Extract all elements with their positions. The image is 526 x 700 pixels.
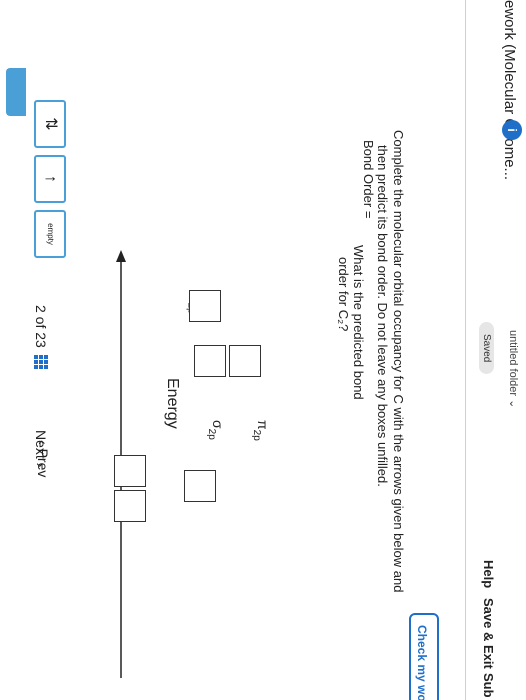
energy-label: Energy <box>164 378 181 429</box>
chevron-down-icon: ⌄ <box>507 399 519 409</box>
paired-arrows-tile[interactable]: ⇅ <box>34 100 66 148</box>
pi-2p-label: π2p <box>251 420 271 441</box>
check-my-work-button[interactable]: Check my wo <box>409 613 439 700</box>
sigma-2p-label: σ2p <box>206 420 226 440</box>
chevron-right-icon: › <box>33 458 49 468</box>
question-line-1: Complete the molecular orbital occupancy… <box>391 130 406 593</box>
question-text: Complete the molecular orbital occupancy… <box>374 130 406 600</box>
bond-order-question: What is the predicted bond order for C₂? <box>336 245 366 415</box>
empty-tile[interactable]: empty <box>34 210 66 258</box>
sigma-star-2p-box[interactable] <box>189 290 221 322</box>
pi-2p-box-1[interactable] <box>114 455 146 487</box>
tray-slot <box>6 68 26 116</box>
assignment-title: ework (Molecular Geome... <box>501 0 518 181</box>
bond-order-question-line-1: What is the predicted bond <box>351 245 366 400</box>
bond-order-question-line-2: order for C₂? <box>336 257 351 332</box>
pi-star-2p-box-2[interactable] <box>194 345 226 377</box>
bond-order-label: Bond Order = <box>361 140 376 219</box>
single-arrow-tile[interactable]: ↑ <box>34 155 66 203</box>
header-divider <box>465 0 466 700</box>
grid-icon[interactable] <box>34 355 48 369</box>
next-button[interactable]: Next › <box>33 430 49 467</box>
sigma-2p-box[interactable] <box>184 470 216 502</box>
help-button[interactable]: Help <box>481 560 496 588</box>
rotated-page: { "header": { "title": "ework (Molecular… <box>0 0 526 700</box>
submit-button[interactable]: Sub <box>481 673 496 698</box>
tray-slot <box>6 95 26 99</box>
folder-label[interactable]: untitled folder ⌄ <box>507 330 520 408</box>
info-icon[interactable]: i <box>502 120 522 140</box>
pi-star-2p-box-1[interactable] <box>229 345 261 377</box>
save-exit-button[interactable]: Save & Exit <box>481 598 496 669</box>
pi-2p-box-2[interactable] <box>114 490 146 522</box>
question-line-2: then predict its bond order. Do not leav… <box>375 145 390 487</box>
page-indicator: 2 of 23 <box>33 305 49 348</box>
saved-badge: Saved <box>479 322 494 375</box>
